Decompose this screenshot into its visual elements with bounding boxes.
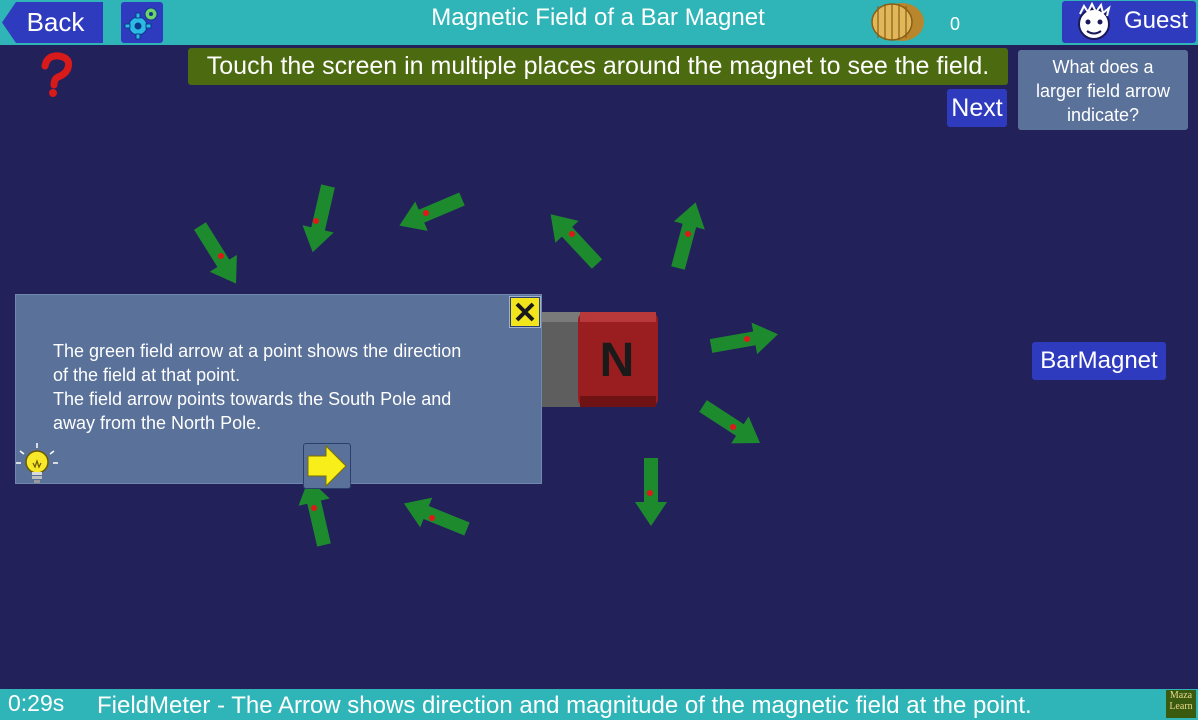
info-line: away from the North Pole. <box>53 413 262 433</box>
probe-dot <box>311 505 317 511</box>
probe-dot <box>744 336 750 342</box>
probe-dot <box>423 210 429 216</box>
probe-dot <box>218 253 224 259</box>
field-arrow <box>397 488 473 544</box>
field-arrow <box>186 217 250 293</box>
field-arrow <box>538 203 609 275</box>
info-line: The green field arrow at a point shows t… <box>53 341 462 361</box>
probe-dot <box>569 231 575 237</box>
info-panel: The green field arrow at a point shows t… <box>15 294 542 489</box>
brand-logo: Maza Learn <box>1166 690 1196 718</box>
close-icon <box>511 298 539 326</box>
info-line: The field arrow points towards the South… <box>53 389 452 409</box>
probe-dot <box>685 231 691 237</box>
north-pole-label: N <box>600 334 635 387</box>
probe-dot <box>429 515 435 521</box>
close-button[interactable] <box>509 296 541 328</box>
next-arrow-icon <box>307 444 347 488</box>
probe-dot <box>313 218 319 224</box>
info-line: of the field at that point. <box>53 365 241 385</box>
status-bar: 0:29s FieldMeter - The Arrow shows direc… <box>0 689 1198 720</box>
probe-dot <box>730 424 736 430</box>
brand-line: Maza <box>1169 690 1193 701</box>
info-text: The green field arrow at a point shows t… <box>53 339 523 435</box>
lightbulb-icon <box>16 443 58 483</box>
field-arrow <box>393 184 469 241</box>
timer: 0:29s <box>8 690 65 716</box>
status-message: FieldMeter - The Arrow shows direction a… <box>97 692 1032 719</box>
field-arrow <box>297 182 344 256</box>
bar-magnet[interactable]: N <box>528 312 662 407</box>
next-arrow-button[interactable] <box>303 443 351 489</box>
brand-line: Learn <box>1169 701 1193 712</box>
probe-dot <box>647 490 653 496</box>
